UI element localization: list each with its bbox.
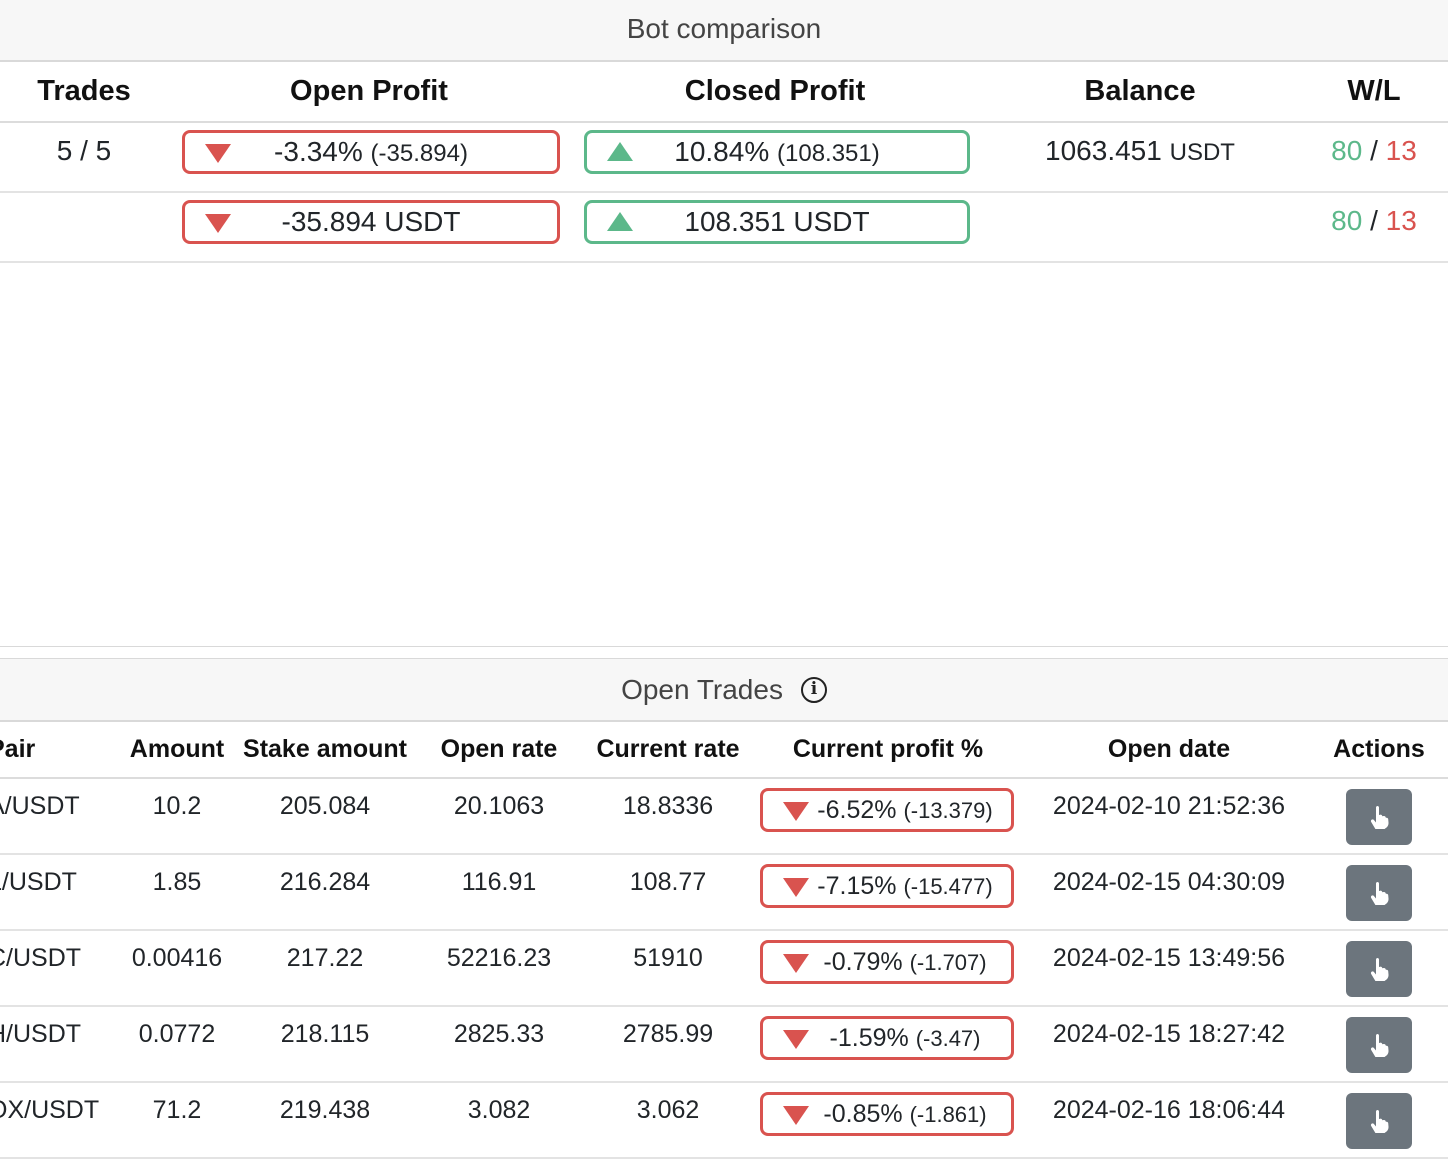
- closed-profit-badge: 10.84% (108.351): [584, 130, 970, 174]
- current-rate-cell: 51910: [588, 930, 748, 1007]
- table-row: -35.894 USDT 108.351 USDT 80 / 13: [0, 192, 1448, 263]
- trade-actions-button[interactable]: [1346, 865, 1412, 921]
- trades-cell: 5 / 5: [0, 122, 168, 193]
- open-date-cell: 2024-02-15 18:27:42: [1028, 1006, 1310, 1083]
- open-profit-badge: -35.894 USDT: [182, 200, 560, 244]
- open-rate-cell: 116.91: [410, 854, 588, 931]
- table-row[interactable]: C/USDT 0.00416 217.22 52216.23 51910 -0.…: [0, 930, 1448, 1007]
- col-wl[interactable]: W/L: [1300, 62, 1448, 123]
- trade-actions-button[interactable]: [1346, 941, 1412, 997]
- open-profit-badge: -3.34% (-35.894): [182, 130, 560, 174]
- current-rate-cell: 2785.99: [588, 1006, 748, 1083]
- pointer-hand-icon: [1370, 882, 1389, 905]
- current-profit-badge: -7.15% (-15.477): [760, 864, 1014, 908]
- open-rate-cell: 3.082: [410, 1082, 588, 1159]
- trades-header-row: Pair Amount Stake amount Open rate Curre…: [0, 722, 1448, 779]
- open-date-cell: 2024-02-16 18:06:44: [1028, 1082, 1310, 1159]
- col-open-profit[interactable]: Open Profit: [168, 62, 570, 123]
- panel-divider: [0, 646, 1448, 658]
- stake-cell: 205.084: [240, 778, 410, 855]
- col-trades[interactable]: Trades: [0, 62, 168, 123]
- trade-actions-button[interactable]: [1346, 1093, 1412, 1149]
- arrow-down-icon: [783, 878, 809, 897]
- pointer-hand-icon: [1370, 958, 1389, 981]
- table-row[interactable]: OX/USDT 71.2 219.438 3.082 3.062 -0.85% …: [0, 1082, 1448, 1159]
- balance-cell: 1063.451 USDT: [980, 122, 1300, 193]
- current-profit-badge: -6.52% (-13.379): [760, 788, 1014, 832]
- col-amount[interactable]: Amount: [114, 722, 240, 779]
- table-row[interactable]: L/USDT 1.85 216.284 116.91 108.77 -7.15%…: [0, 854, 1448, 931]
- current-rate-cell: 108.77: [588, 854, 748, 931]
- open-date-cell: 2024-02-15 04:30:09: [1028, 854, 1310, 931]
- arrow-down-icon: [783, 1030, 809, 1049]
- stake-cell: 218.115: [240, 1006, 410, 1083]
- closed-profit-badge: 108.351 USDT: [584, 200, 970, 244]
- losses-count: 13: [1385, 205, 1417, 236]
- stake-cell: 219.438: [240, 1082, 410, 1159]
- arrow-down-icon: [205, 214, 231, 233]
- open-date-cell: 2024-02-15 13:49:56: [1028, 930, 1310, 1007]
- current-rate-cell: 18.8336: [588, 778, 748, 855]
- col-closed-profit[interactable]: Closed Profit: [570, 62, 980, 123]
- bot-table-header-row: Trades Open Profit Closed Profit Balance…: [0, 62, 1448, 123]
- col-pair[interactable]: Pair: [0, 722, 114, 779]
- pair-cell: H/USDT: [0, 1006, 114, 1083]
- table-row[interactable]: H/USDT 0.0772 218.115 2825.33 2785.99 -1…: [0, 1006, 1448, 1083]
- table-row[interactable]: A/USDT 10.2 205.084 20.1063 18.8336 -6.5…: [0, 778, 1448, 855]
- col-open-rate[interactable]: Open rate: [410, 722, 588, 779]
- current-profit-badge: -1.59% (-3.47): [760, 1016, 1014, 1060]
- col-open-date[interactable]: Open date: [1028, 722, 1310, 779]
- pair-cell: L/USDT: [0, 854, 114, 931]
- info-icon[interactable]: i: [800, 676, 827, 703]
- amount-cell: 0.0772: [114, 1006, 240, 1083]
- open-trades-title: Open Trades: [621, 674, 783, 705]
- arrow-up-icon: [607, 142, 633, 161]
- wins-count: 80: [1331, 135, 1363, 166]
- col-balance[interactable]: Balance: [980, 62, 1300, 123]
- pointer-hand-icon: [1370, 806, 1389, 829]
- open-rate-cell: 52216.23: [410, 930, 588, 1007]
- stake-cell: 216.284: [240, 854, 410, 931]
- col-actions: Actions: [1310, 722, 1448, 779]
- arrow-up-icon: [607, 212, 633, 231]
- wl-cell: 80 / 13: [1300, 122, 1448, 193]
- wl-cell: 80 / 13: [1300, 192, 1448, 263]
- losses-count: 13: [1385, 135, 1417, 166]
- wins-count: 80: [1331, 205, 1363, 236]
- trade-actions-button[interactable]: [1346, 1017, 1412, 1073]
- open-rate-cell: 2825.33: [410, 1006, 588, 1083]
- pointer-hand-icon: [1370, 1034, 1389, 1057]
- amount-cell: 71.2: [114, 1082, 240, 1159]
- amount-cell: 0.00416: [114, 930, 240, 1007]
- col-current-profit[interactable]: Current profit %: [748, 722, 1028, 779]
- pair-cell: C/USDT: [0, 930, 114, 1007]
- current-rate-cell: 3.062: [588, 1082, 748, 1159]
- current-profit-badge: -0.85% (-1.861): [760, 1092, 1014, 1136]
- current-profit-badge: -0.79% (-1.707): [760, 940, 1014, 984]
- arrow-down-icon: [783, 802, 809, 821]
- arrow-down-icon: [205, 144, 231, 163]
- arrow-down-icon: [783, 1106, 809, 1125]
- open-rate-cell: 20.1063: [410, 778, 588, 855]
- open-date-cell: 2024-02-10 21:52:36: [1028, 778, 1310, 855]
- pair-cell: A/USDT: [0, 778, 114, 855]
- bot-comparison-table: Trades Open Profit Closed Profit Balance…: [0, 62, 1448, 263]
- table-row: 5 / 5 -3.34% (-35.894) 10.84% (108.351) …: [0, 122, 1448, 193]
- pair-cell: OX/USDT: [0, 1082, 114, 1159]
- trade-actions-button[interactable]: [1346, 789, 1412, 845]
- col-stake-amount[interactable]: Stake amount: [240, 722, 410, 779]
- arrow-down-icon: [783, 954, 809, 973]
- amount-cell: 1.85: [114, 854, 240, 931]
- open-trades-header: Open Trades i: [0, 658, 1448, 722]
- amount-cell: 10.2: [114, 778, 240, 855]
- bot-comparison-header: Bot comparison: [0, 0, 1448, 62]
- bot-comparison-title: Bot comparison: [626, 13, 822, 44]
- balance-cell: [980, 192, 1300, 263]
- trades-cell: [0, 192, 168, 263]
- pointer-hand-icon: [1370, 1110, 1389, 1133]
- stake-cell: 217.22: [240, 930, 410, 1007]
- col-current-rate[interactable]: Current rate: [588, 722, 748, 779]
- open-trades-table: Pair Amount Stake amount Open rate Curre…: [0, 722, 1448, 1159]
